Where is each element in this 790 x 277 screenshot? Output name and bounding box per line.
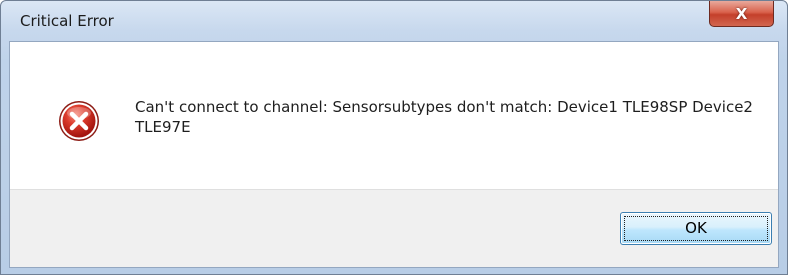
button-bar: OK <box>10 189 778 267</box>
ok-button-label: OK <box>685 219 707 237</box>
error-icon <box>59 101 99 141</box>
error-dialog: Critical Error X Can't connect to channe… <box>0 0 788 275</box>
dialog-title: Critical Error <box>20 12 114 30</box>
dialog-body: Can't connect to channel: Sensorsubtypes… <box>9 41 779 268</box>
close-button[interactable]: X <box>709 1 774 27</box>
ok-button[interactable]: OK <box>620 212 772 245</box>
error-message: Can't connect to channel: Sensorsubtypes… <box>135 98 753 136</box>
message-area: Can't connect to channel: Sensorsubtypes… <box>10 42 778 189</box>
title-bar[interactable]: Critical Error X <box>1 1 787 41</box>
close-icon: X <box>735 5 748 23</box>
